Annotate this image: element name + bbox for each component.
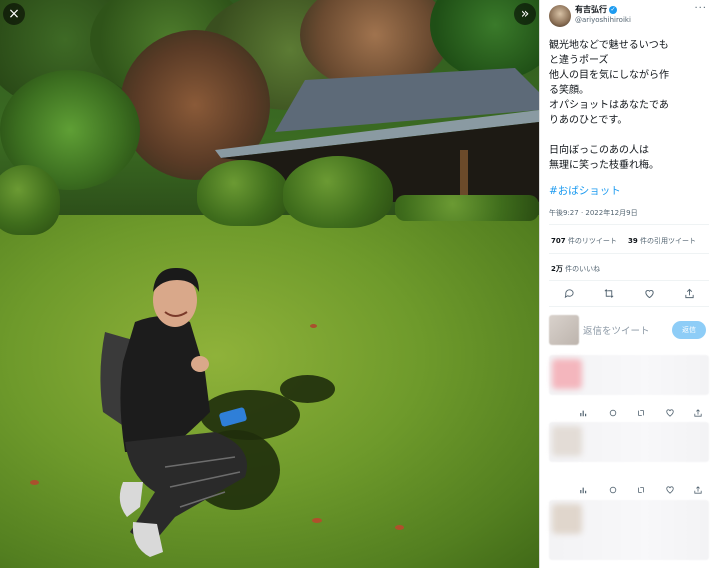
reply-input[interactable]: 返信をツイート bbox=[583, 323, 650, 337]
close-icon[interactable]: × bbox=[3, 3, 25, 25]
quotes-count: 39 bbox=[628, 237, 638, 245]
author-handle[interactable]: @ariyoshihiroiki bbox=[575, 16, 631, 24]
likes-count: 2万 bbox=[551, 265, 563, 273]
tweet-line: 観光地などで魅せるいつも bbox=[549, 40, 669, 51]
likes-stat[interactable]: 2万 件のいいね bbox=[551, 264, 600, 274]
likes-label: 件のいいね bbox=[565, 265, 601, 273]
retweets-count: 707 bbox=[551, 237, 566, 245]
reply-button[interactable]: 返信 bbox=[672, 321, 706, 339]
hedge bbox=[197, 160, 289, 226]
leaf bbox=[310, 324, 317, 328]
person-shadow bbox=[280, 375, 335, 403]
like-icon[interactable] bbox=[642, 286, 656, 300]
blurred-reply[interactable] bbox=[549, 355, 709, 395]
stats-icon[interactable] bbox=[580, 479, 588, 494]
author-name[interactable]: 有吉弘行 ✓ bbox=[575, 4, 617, 15]
hashtag-link[interactable]: #おばショット bbox=[549, 183, 621, 198]
hedge bbox=[283, 156, 393, 228]
tweet-header: 有吉弘行 ✓ @ariyoshihiroiki ··· bbox=[540, 0, 714, 32]
retweets-label: 件のリツイート bbox=[567, 237, 617, 245]
leaf bbox=[395, 525, 404, 530]
author-name-text[interactable]: 有吉弘行 bbox=[575, 5, 607, 14]
reply-avatar-blurred bbox=[552, 359, 582, 389]
retweet-icon[interactable] bbox=[602, 286, 616, 300]
quotes-label: 件の引用ツイート bbox=[639, 237, 696, 245]
tweet-line: 他人の目を気にしながら作 bbox=[549, 70, 669, 81]
blurred-reply[interactable] bbox=[549, 500, 709, 560]
quotes-stat[interactable]: 39 件の引用ツイート bbox=[628, 237, 696, 245]
verified-icon: ✓ bbox=[609, 5, 617, 14]
tweet-line: 無理に笑った枝垂れ梅。 bbox=[549, 160, 659, 171]
tweet-panel: 有吉弘行 ✓ @ariyoshihiroiki ··· 観光地などで魅せるいつも … bbox=[539, 0, 714, 568]
leaf bbox=[30, 480, 39, 485]
tweet-line: りあのひとです。 bbox=[549, 115, 628, 126]
reply-avatar-blurred bbox=[552, 504, 582, 534]
engagement-stats: 707 件のリツイート 39 件の引用ツイート bbox=[551, 236, 696, 246]
retweets-stat[interactable]: 707 件のリツイート bbox=[551, 237, 617, 245]
stats-icon[interactable] bbox=[580, 402, 588, 417]
hedge-row bbox=[395, 195, 539, 221]
viewer-avatar bbox=[549, 315, 579, 345]
reply-icon[interactable] bbox=[609, 479, 617, 494]
tweet-line: 日向ぼっこのあの人は bbox=[549, 145, 649, 156]
reply-actions bbox=[580, 479, 702, 494]
tweet-line: る笑顔。 bbox=[549, 85, 589, 96]
divider bbox=[549, 253, 709, 254]
share-icon[interactable] bbox=[682, 286, 696, 300]
expand-panel-icon[interactable]: » bbox=[514, 3, 536, 25]
like-icon[interactable] bbox=[665, 479, 674, 494]
tweet-actions bbox=[549, 286, 709, 302]
reply-icon[interactable] bbox=[609, 402, 617, 417]
retweet-icon[interactable] bbox=[637, 402, 645, 416]
reply-actions bbox=[580, 402, 702, 417]
divider bbox=[549, 280, 709, 281]
tweet-line: と違うポーズ bbox=[549, 55, 609, 66]
reply-icon[interactable] bbox=[562, 286, 576, 300]
author-avatar[interactable] bbox=[549, 5, 571, 27]
leaf bbox=[312, 518, 322, 523]
person bbox=[100, 267, 247, 557]
divider bbox=[549, 224, 709, 225]
share-icon[interactable] bbox=[694, 402, 702, 417]
tweet-timestamp[interactable]: 午後9:27 · 2022年12月9日 bbox=[549, 208, 638, 218]
retweet-icon[interactable] bbox=[637, 479, 645, 493]
tweet-line bbox=[549, 128, 711, 143]
share-icon[interactable] bbox=[694, 479, 702, 494]
tweet-text: 観光地などで魅せるいつも と違うポーズ 他人の目を気にしながら作 る笑顔。 オパ… bbox=[549, 38, 711, 173]
more-icon[interactable]: ··· bbox=[694, 3, 707, 14]
divider bbox=[549, 306, 709, 307]
tweet-photo[interactable]: × » bbox=[0, 0, 539, 568]
like-icon[interactable] bbox=[665, 402, 674, 417]
blurred-reply[interactable] bbox=[549, 422, 709, 462]
tweet-line: オパショットはあなたであ bbox=[549, 100, 669, 111]
reply-composer: 返信をツイート 返信 bbox=[549, 315, 709, 345]
reply-avatar-blurred bbox=[552, 426, 582, 456]
